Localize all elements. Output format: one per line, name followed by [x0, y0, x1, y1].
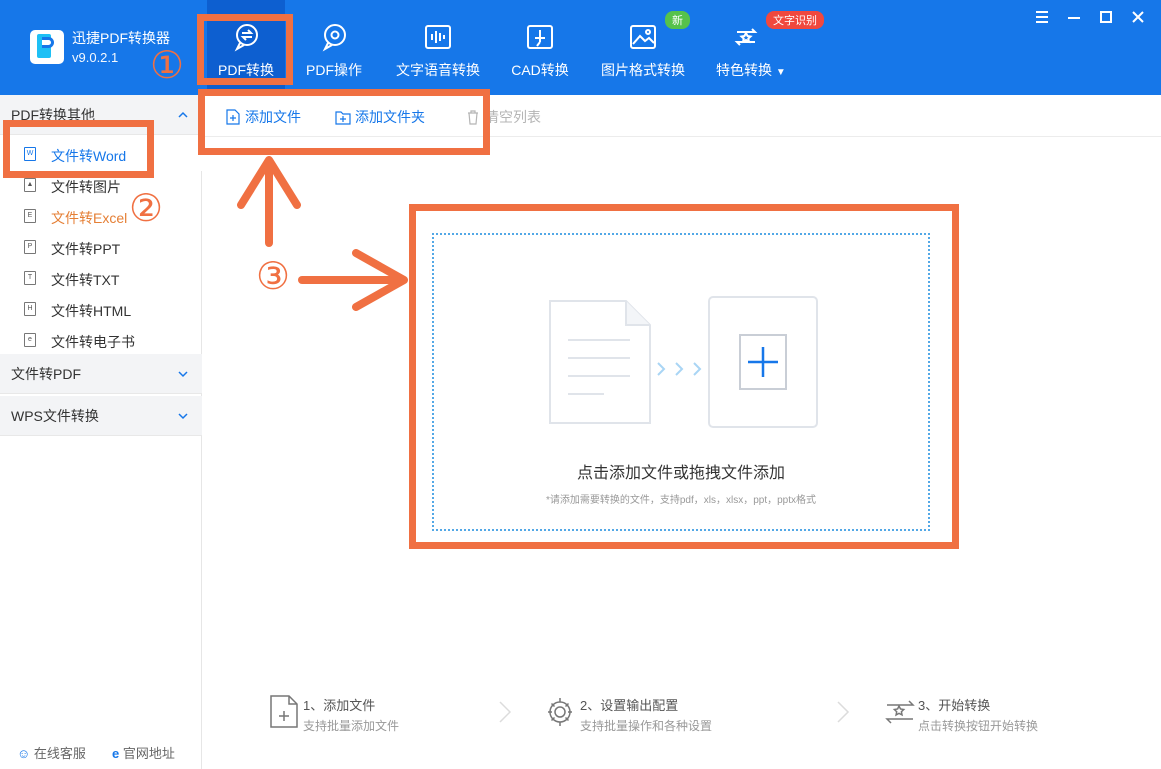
txt-file-icon: T [24, 271, 36, 285]
tab-label: 特色转换 ▼ [716, 62, 786, 78]
sidebar-footer: ☺ 在线客服 e 官网地址 [0, 743, 202, 761]
tab-label: 文字语音转换 [396, 62, 480, 78]
sidebar-section-pdf-other[interactable]: PDF转换其他 [0, 95, 202, 135]
online-service-link[interactable]: ☺ 在线客服 [17, 743, 86, 762]
drop-zone-title: 点击添加文件或拖拽文件添加 [576, 465, 785, 482]
sidebar-item-to-excel[interactable]: E 文件转Excel [0, 202, 202, 233]
tab-pdf-convert[interactable]: PDF转换 [207, 0, 285, 95]
sidebar-item-to-word[interactable]: W 文件转Word [0, 140, 202, 171]
chevron-down-icon [178, 413, 188, 420]
window-controls [1033, 8, 1147, 26]
trash-icon [468, 110, 478, 125]
tab-label: CAD转换 [511, 62, 569, 78]
chevron-down-icon [178, 371, 188, 378]
gear-icon [548, 698, 572, 726]
annotation-number-2: ② [129, 186, 164, 230]
website-link[interactable]: e 官网地址 [112, 743, 175, 762]
sidebar: PDF转换其他 W 文件转Word ▲ 文件转图片 E 文件转Excel P 文… [0, 95, 202, 769]
annotation-number-3: ③ [256, 254, 291, 298]
ocr-badge[interactable]: 文字识别 [766, 11, 824, 29]
chevron-right-icon [499, 701, 512, 723]
section-label: WPS文件转换 [11, 408, 99, 424]
maximize-icon[interactable] [1097, 8, 1115, 26]
arrow-right-annotation [298, 249, 408, 311]
annotation-number-1: ① [150, 43, 185, 87]
step-desc: 支持批量添加文件 [303, 719, 400, 733]
sidebar-item-label: 文件转TXT [51, 272, 120, 288]
tab-label: 图片格式转换 [601, 62, 685, 78]
step-title: 2、设置输出配置 [580, 698, 679, 713]
html-file-icon: H [24, 302, 36, 316]
section-label: PDF转换其他 [11, 107, 95, 123]
sidebar-item-to-ppt[interactable]: P 文件转PPT [0, 233, 202, 264]
sidebar-item-label: 文件转Word [51, 148, 127, 164]
tab-cad[interactable]: CAD转换 [502, 0, 578, 95]
link-label: 在线客服 [33, 746, 86, 761]
sidebar-section-wps[interactable]: WPS文件转换 [0, 396, 202, 436]
step-desc: 点击转换按钮开始转换 [918, 719, 1039, 733]
chevron-up-icon [178, 111, 188, 118]
tab-label: PDF转换 [218, 62, 274, 78]
minimize-icon[interactable] [1065, 8, 1083, 26]
close-icon[interactable] [1129, 8, 1147, 26]
drop-zone-subtitle: *请添加需要转换的文件，支持pdf，xls，xlsx，ppt，pptx格式 [545, 495, 817, 506]
pdf-convert-icon [234, 24, 258, 52]
sidebar-item-label: 文件转Excel [51, 210, 128, 226]
drop-illustration [549, 296, 818, 428]
sidebar-section-to-pdf[interactable]: 文件转PDF [0, 354, 202, 394]
add-file-icon [226, 109, 240, 125]
toolbar: 添加文件 添加文件夹 清空列表 [203, 95, 1161, 137]
sidebar-item-label: 文件转HTML [51, 303, 132, 319]
voice-icon [425, 25, 451, 49]
step-title: 1、添加文件 [303, 698, 376, 713]
step-title: 3、开始转换 [918, 698, 991, 713]
clear-list-button[interactable]: 清空列表 [465, 107, 541, 127]
special-icon [734, 28, 758, 46]
sidebar-item-to-ebook[interactable]: e 文件转电子书 [0, 326, 202, 357]
add-folder-button[interactable]: 添加文件夹 [335, 107, 425, 127]
menu-icon[interactable] [1033, 8, 1051, 26]
sidebar-item-to-html[interactable]: H 文件转HTML [0, 295, 202, 326]
sidebar-item-to-image[interactable]: ▲ 文件转图片 [0, 171, 202, 202]
sidebar-item-to-txt[interactable]: T 文件转TXT [0, 264, 202, 295]
image-icon [630, 25, 656, 49]
convert-star-icon [885, 700, 915, 724]
chevron-down-icon: ▼ [775, 67, 786, 78]
arrow-up-annotation [237, 156, 301, 247]
word-file-icon: W [24, 147, 36, 161]
add-file-step-icon [270, 695, 298, 728]
file-drop-zone[interactable]: 点击添加文件或拖拽文件添加 *请添加需要转换的文件，支持pdf，xls，xlsx… [432, 233, 930, 531]
add-folder-icon [335, 111, 351, 125]
add-file-button[interactable]: 添加文件 [225, 107, 301, 127]
sidebar-item-label: 文件转图片 [51, 179, 121, 195]
app-brand: 迅捷PDF转换器 v9.0.2.1 [30, 30, 170, 69]
headset-icon: ☺ [17, 746, 31, 761]
chevron-right-icon [837, 701, 850, 723]
pdf-operate-icon [322, 24, 346, 52]
tab-voice[interactable]: 文字语音转换 [390, 0, 486, 95]
cad-icon [527, 25, 553, 49]
image-file-icon: ▲ [24, 178, 36, 192]
tab-label: PDF操作 [306, 62, 362, 78]
sidebar-item-label: 文件转电子书 [51, 334, 135, 350]
ebook-file-icon: e [24, 333, 36, 347]
new-badge: 新 [665, 11, 690, 29]
tab-pdf-operate[interactable]: PDF操作 [296, 0, 372, 95]
sidebar-item-label: 文件转PPT [51, 241, 121, 257]
link-label: 官网地址 [122, 746, 175, 761]
app-logo [30, 30, 64, 64]
section-label: 文件转PDF [11, 366, 81, 382]
ppt-file-icon: P [24, 240, 36, 254]
browser-icon: e [112, 746, 120, 761]
excel-file-icon: E [24, 209, 36, 223]
step-desc: 支持批量操作和各种设置 [580, 719, 713, 733]
